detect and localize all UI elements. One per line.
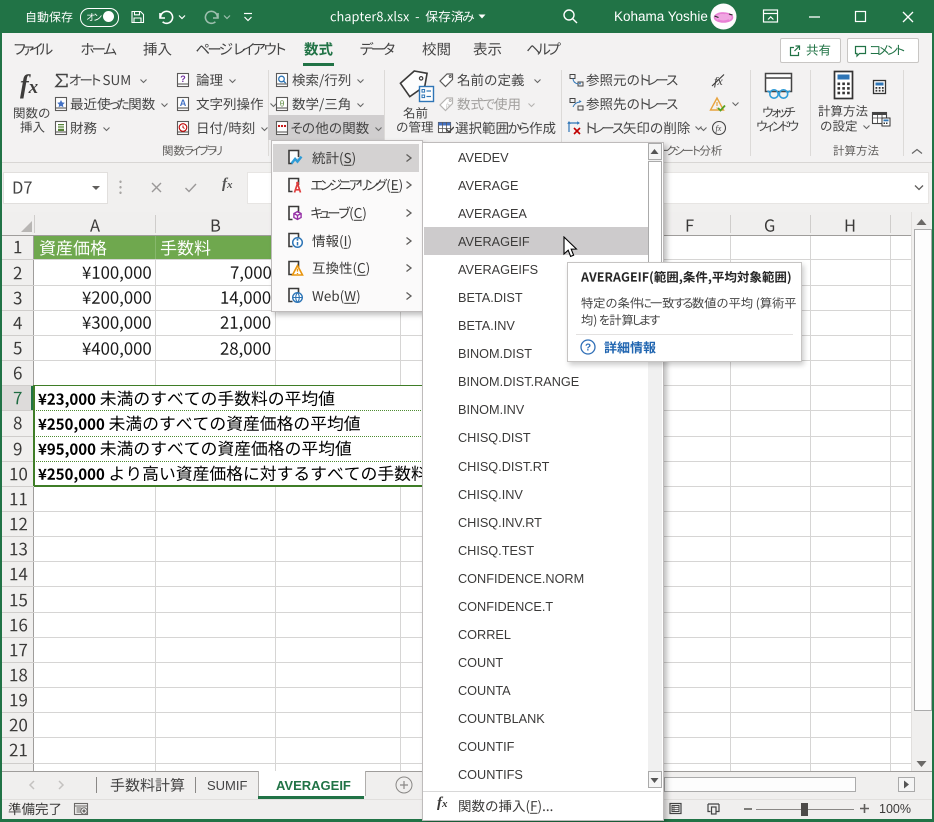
svg-text:fx: fx <box>714 74 723 88</box>
svg-text:?: ? <box>585 343 591 354</box>
svg-text:θ: θ <box>280 99 284 109</box>
svg-text:fx: fx <box>716 124 722 133</box>
svg-text:?: ? <box>180 74 186 84</box>
svg-text:fx: fx <box>446 102 451 109</box>
svg-text:A: A <box>180 98 187 108</box>
